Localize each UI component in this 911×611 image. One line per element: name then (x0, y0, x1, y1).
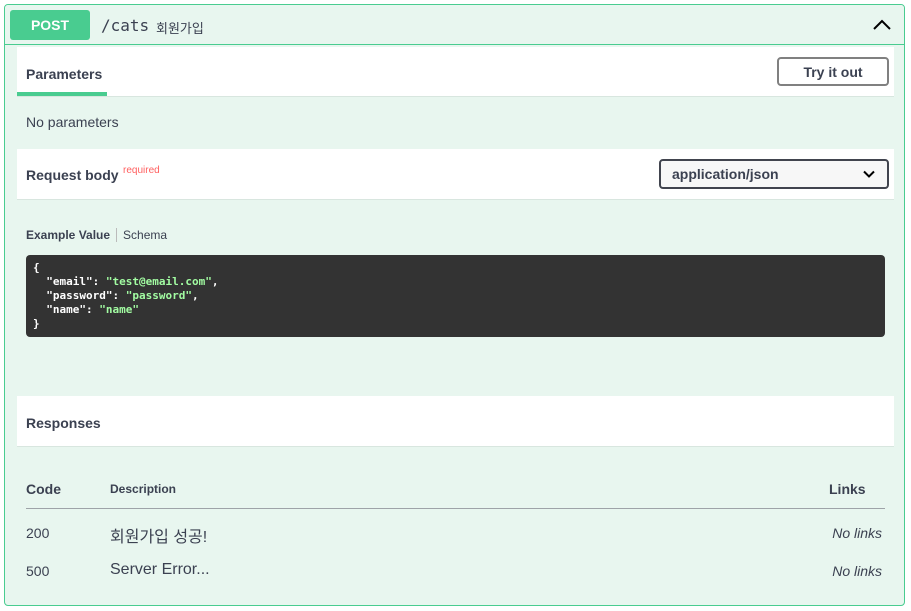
active-tab-indicator (17, 92, 107, 96)
response-description: 회원가입 성공! (110, 529, 208, 546)
json-open-brace: { (33, 261, 40, 274)
column-header-description: Description (110, 482, 177, 496)
try-it-out-button[interactable]: Try it out (777, 57, 889, 86)
model-tabs: Example Value Schema (26, 228, 167, 242)
request-body-header: Request body required application/json (17, 149, 894, 200)
response-code: 500 (26, 563, 50, 579)
table-header-divider (26, 508, 885, 509)
example-value-code[interactable]: { "email": "test@email.com", "password":… (26, 255, 885, 337)
column-header-links: Links (829, 481, 866, 497)
column-header-code: Code (26, 481, 61, 497)
json-value-email: "test@email.com" (105, 275, 212, 288)
json-value-password: "password" (125, 289, 192, 302)
operation-path: /cats (101, 16, 150, 35)
response-links: No links (832, 525, 882, 541)
tab-parameters[interactable]: Parameters (26, 66, 102, 82)
table-row: 500 Server Error... No links (26, 555, 885, 585)
required-label: required (123, 165, 160, 176)
responses-header: Responses (17, 396, 894, 447)
json-key-password: "password" (46, 289, 113, 302)
operation-summary[interactable]: POST /cats 회원가입 (5, 5, 904, 45)
json-key-name: "name" (46, 303, 86, 316)
method-badge: POST (10, 10, 90, 40)
parameters-header: Parameters Try it out (17, 47, 894, 97)
responses-title: Responses (26, 415, 101, 431)
json-value-name: "name" (99, 303, 139, 316)
operation-block-post-cats: POST /cats 회원가입 Parameters Try it out No… (4, 4, 905, 606)
chevron-up-icon[interactable] (870, 13, 894, 37)
operation-description: 회원가입 (156, 21, 204, 36)
tab-example-value[interactable]: Example Value (26, 228, 110, 242)
json-comma: , (191, 289, 199, 302)
json-comma: , (211, 275, 219, 288)
content-type-select[interactable]: application/json (659, 159, 889, 189)
table-row: 200 회원가입 성공! No links (26, 517, 885, 547)
response-code: 200 (26, 525, 50, 541)
chevron-down-icon (863, 170, 875, 178)
no-parameters-text: No parameters (26, 114, 119, 130)
response-links: No links (832, 563, 882, 579)
response-description: Server Error... (110, 561, 210, 578)
content-type-value: application/json (672, 166, 779, 182)
json-close-brace: } (33, 317, 40, 330)
request-body-title: Request body (26, 167, 119, 183)
tab-schema[interactable]: Schema (123, 228, 167, 242)
tab-divider (116, 228, 118, 242)
json-key-email: "email" (46, 275, 93, 288)
